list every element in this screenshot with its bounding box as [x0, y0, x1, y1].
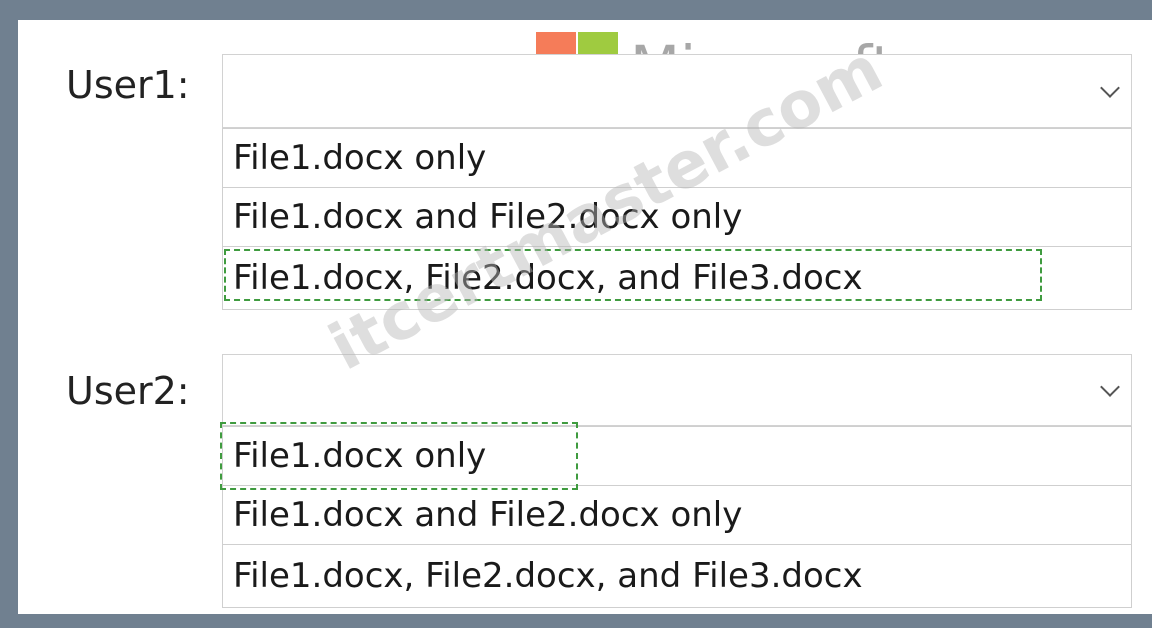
user1-option-2[interactable]: File1.docx and File2.docx only — [222, 187, 1132, 247]
user1-option-1[interactable]: File1.docx only — [222, 128, 1132, 188]
option-label: File1.docx and File2.docx only — [233, 495, 743, 535]
option-label: File1.docx, File2.docx, and File3.docx — [233, 258, 863, 298]
user1-option-3[interactable]: File1.docx, File2.docx, and File3.docx — [222, 246, 1132, 310]
user2-option-2[interactable]: File1.docx and File2.docx only — [222, 485, 1132, 545]
user2-label: User2: — [66, 369, 190, 413]
option-label: File1.docx, File2.docx, and File3.docx — [233, 556, 863, 596]
user2-dropdown[interactable] — [222, 354, 1132, 426]
option-label: File1.docx only — [233, 138, 487, 178]
option-label: File1.docx and File2.docx only — [233, 197, 743, 237]
chevron-down-icon[interactable] — [1100, 377, 1120, 397]
user2-option-1[interactable]: File1.docx only — [222, 426, 1132, 486]
option-label: File1.docx only — [233, 436, 487, 476]
chevron-down-icon[interactable] — [1100, 78, 1120, 98]
user1-label: User1: — [66, 63, 190, 107]
user1-dropdown[interactable] — [222, 54, 1132, 128]
answer-area-panel: Microsoft User1: File1.docx only File1.d… — [18, 20, 1152, 614]
user2-option-3[interactable]: File1.docx, File2.docx, and File3.docx — [222, 544, 1132, 608]
